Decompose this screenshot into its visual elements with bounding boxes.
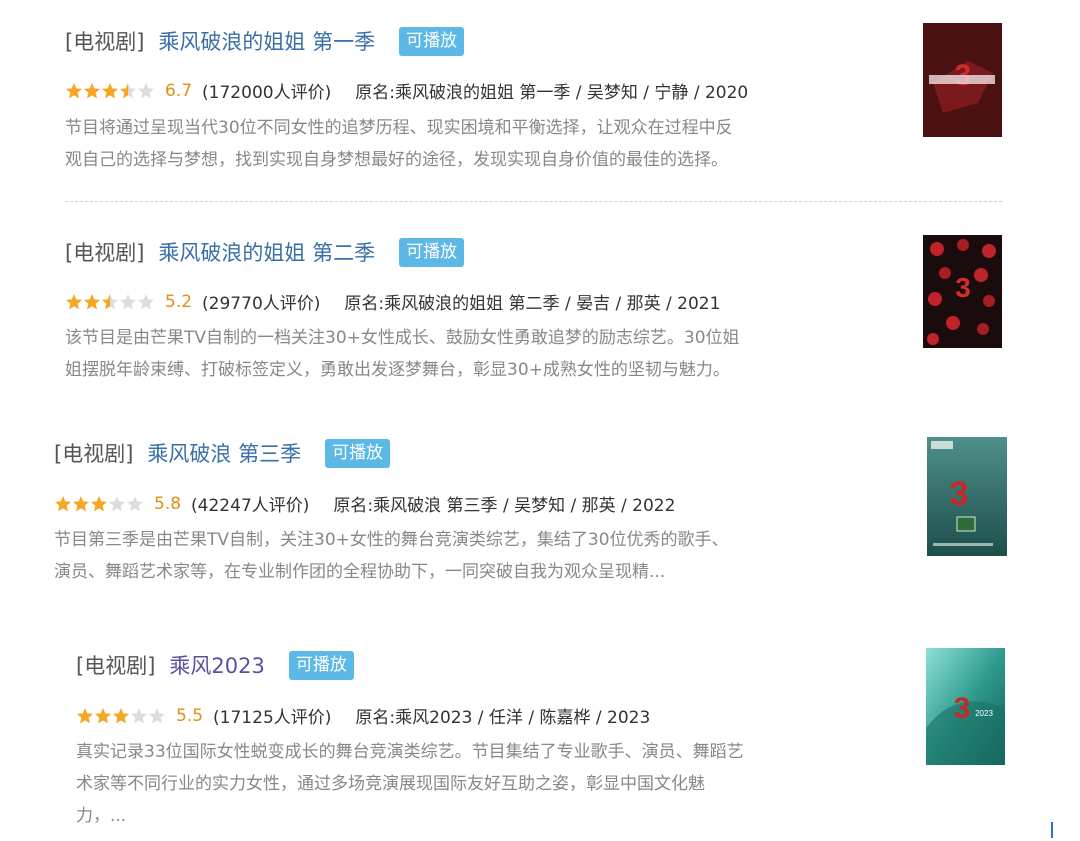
description-line: 术家等不同行业的实力女性，通过多场竞演展现国际友好互助之姿，彰显中国文化魅 xyxy=(76,774,705,794)
star-icon xyxy=(65,82,83,98)
result-item: [电视剧] 乘风2023 可播放 5.5 (17125人评价) 原名:乘风202… xyxy=(76,650,936,830)
star-icon xyxy=(148,707,166,723)
poster-thumbnail[interactable]: 3 2023 xyxy=(926,648,1005,765)
description: 真实记录33位国际女性蜕变成长的舞台竞演类综艺。节目集结了专业歌手、演员、舞蹈艺… xyxy=(76,736,936,832)
playable-badge[interactable]: 可播放 xyxy=(399,237,465,267)
rating-count: (42247人评价) xyxy=(191,496,310,516)
rating-score: 6.7 xyxy=(165,80,193,101)
star-icon xyxy=(54,495,72,511)
description: 节目第三季是由芒果TV自制，关注30+女性的舞台竞演类综艺，集结了30位优秀的歌… xyxy=(54,524,914,588)
star-icon xyxy=(101,293,119,309)
svg-text:3: 3 xyxy=(950,475,969,513)
category-label: [电视剧] xyxy=(76,654,156,678)
star-icon xyxy=(65,293,83,309)
result-item: [电视剧] 乘风破浪 第三季 可播放 5.8 (42247人评价) 原名:乘风破… xyxy=(54,438,914,588)
original-info: 原名:乘风破浪 第三季 / 吴梦知 / 那英 / 2022 xyxy=(333,496,676,516)
description-line: 演员、舞蹈艺术家等，在专业制作团的全程协助下，一同突破自我为观众呈现精... xyxy=(54,562,666,582)
rating-score: 5.2 xyxy=(165,291,193,312)
description-line: 观自己的选择与梦想，找到实现自身梦想最好的途径，发现实现自身价值的最佳的选择。 xyxy=(65,150,728,170)
description-line: 真实记录33位国际女性蜕变成长的舞台竞演类综艺。节目集结了专业歌手、演员、舞蹈艺 xyxy=(76,742,744,762)
star-icon xyxy=(112,707,130,723)
title-link[interactable]: 乘风破浪的姐姐 第二季 xyxy=(158,237,375,267)
star-icon xyxy=(94,707,112,723)
star-icon xyxy=(72,495,90,511)
rating-line: 5.5 (17125人评价) 原名:乘风2023 / 任洋 / 陈嘉桦 / 20… xyxy=(76,703,650,728)
star-rating xyxy=(54,495,144,513)
original-info: 原名:乘风破浪的姐姐 第二季 / 晏吉 / 那英 / 2021 xyxy=(344,294,721,314)
svg-text:2023: 2023 xyxy=(975,709,993,718)
title-link[interactable]: 乘风破浪的姐姐 第一季 xyxy=(158,26,375,56)
star-icon xyxy=(101,82,119,98)
star-rating xyxy=(65,293,155,311)
star-rating xyxy=(65,82,155,100)
original-info: 原名:乘风2023 / 任洋 / 陈嘉桦 / 2023 xyxy=(355,708,651,728)
star-icon xyxy=(83,82,101,98)
description-line: 节目将通过呈现当代30位不同女性的追梦历程、现实困境和平衡选择，让观众在过程中反 xyxy=(65,118,733,138)
description-line: 该节目是由芒果TV自制的一档关注30+女性成长、鼓励女性勇敢追梦的励志综艺。30… xyxy=(65,328,740,348)
original-info: 原名:乘风破浪的姐姐 第一季 / 吴梦知 / 宁静 / 2020 xyxy=(355,83,749,103)
playable-badge[interactable]: 可播放 xyxy=(325,438,391,468)
description: 该节目是由芒果TV自制的一档关注30+女性成长、鼓励女性勇敢追梦的励志综艺。30… xyxy=(65,322,925,386)
title-link[interactable]: 乘风破浪 第三季 xyxy=(147,438,301,468)
result-item: [电视剧] 乘风破浪的姐姐 第一季 可播放 6.7 (172000人评价) 原名… xyxy=(65,26,925,176)
description-line: 力，... xyxy=(76,806,127,826)
category-label: [电视剧] xyxy=(65,241,145,265)
rating-line: 5.2 (29770人评价) 原名:乘风破浪的姐姐 第二季 / 晏吉 / 那英 … xyxy=(65,289,720,314)
rating-line: 5.8 (42247人评价) 原名:乘风破浪 第三季 / 吴梦知 / 那英 / … xyxy=(54,491,675,516)
poster-thumbnail[interactable]: 3 xyxy=(923,23,1002,137)
rating-score: 5.8 xyxy=(154,493,182,514)
divider xyxy=(65,201,1002,202)
title-line: [电视剧] 乘风破浪 第三季 可播放 xyxy=(54,438,391,468)
description-line: 姐摆脱年龄束缚、打破标签定义，勇敢出发逐梦舞台，彰显30+成熟女性的坚韧与魅力。 xyxy=(65,360,730,380)
title-line: [电视剧] 乘风破浪的姐姐 第一季 可播放 xyxy=(65,26,465,56)
playable-badge[interactable]: 可播放 xyxy=(399,26,465,56)
star-icon xyxy=(108,495,126,511)
star-icon xyxy=(137,82,155,98)
rating-score: 5.5 xyxy=(176,705,204,726)
category-label: [电视剧] xyxy=(54,442,134,466)
result-item: [电视剧] 乘风破浪的姐姐 第二季 可播放 5.2 (29770人评价) 原名:… xyxy=(65,237,925,387)
category-label: [电视剧] xyxy=(65,30,145,54)
description: 节目将通过呈现当代30位不同女性的追梦历程、现实困境和平衡选择，让观众在过程中反… xyxy=(65,112,925,176)
svg-text:3: 3 xyxy=(954,692,971,725)
star-icon xyxy=(83,293,101,309)
text-cursor xyxy=(1051,822,1053,838)
star-icon xyxy=(126,495,144,511)
star-icon xyxy=(119,82,137,98)
star-icon xyxy=(119,293,137,309)
star-icon xyxy=(130,707,148,723)
title-link[interactable]: 乘风2023 xyxy=(169,650,264,680)
rating-line: 6.7 (172000人评价) 原名:乘风破浪的姐姐 第一季 / 吴梦知 / 宁… xyxy=(65,78,748,103)
rating-count: (17125人评价) xyxy=(213,708,332,728)
star-icon xyxy=(90,495,108,511)
description-line: 节目第三季是由芒果TV自制，关注30+女性的舞台竞演类综艺，集结了30位优秀的歌… xyxy=(54,530,729,550)
rating-count: (29770人评价) xyxy=(202,294,321,314)
rating-count: (172000人评价) xyxy=(202,83,332,103)
svg-text:3: 3 xyxy=(955,272,971,303)
star-icon xyxy=(137,293,155,309)
star-icon xyxy=(76,707,94,723)
poster-thumbnail[interactable]: 3 xyxy=(927,437,1007,556)
playable-badge[interactable]: 可播放 xyxy=(288,650,354,680)
title-line: [电视剧] 乘风破浪的姐姐 第二季 可播放 xyxy=(65,237,465,267)
star-rating xyxy=(76,707,166,725)
title-line: [电视剧] 乘风2023 可播放 xyxy=(76,650,354,680)
poster-thumbnail[interactable]: 3 xyxy=(923,235,1002,348)
